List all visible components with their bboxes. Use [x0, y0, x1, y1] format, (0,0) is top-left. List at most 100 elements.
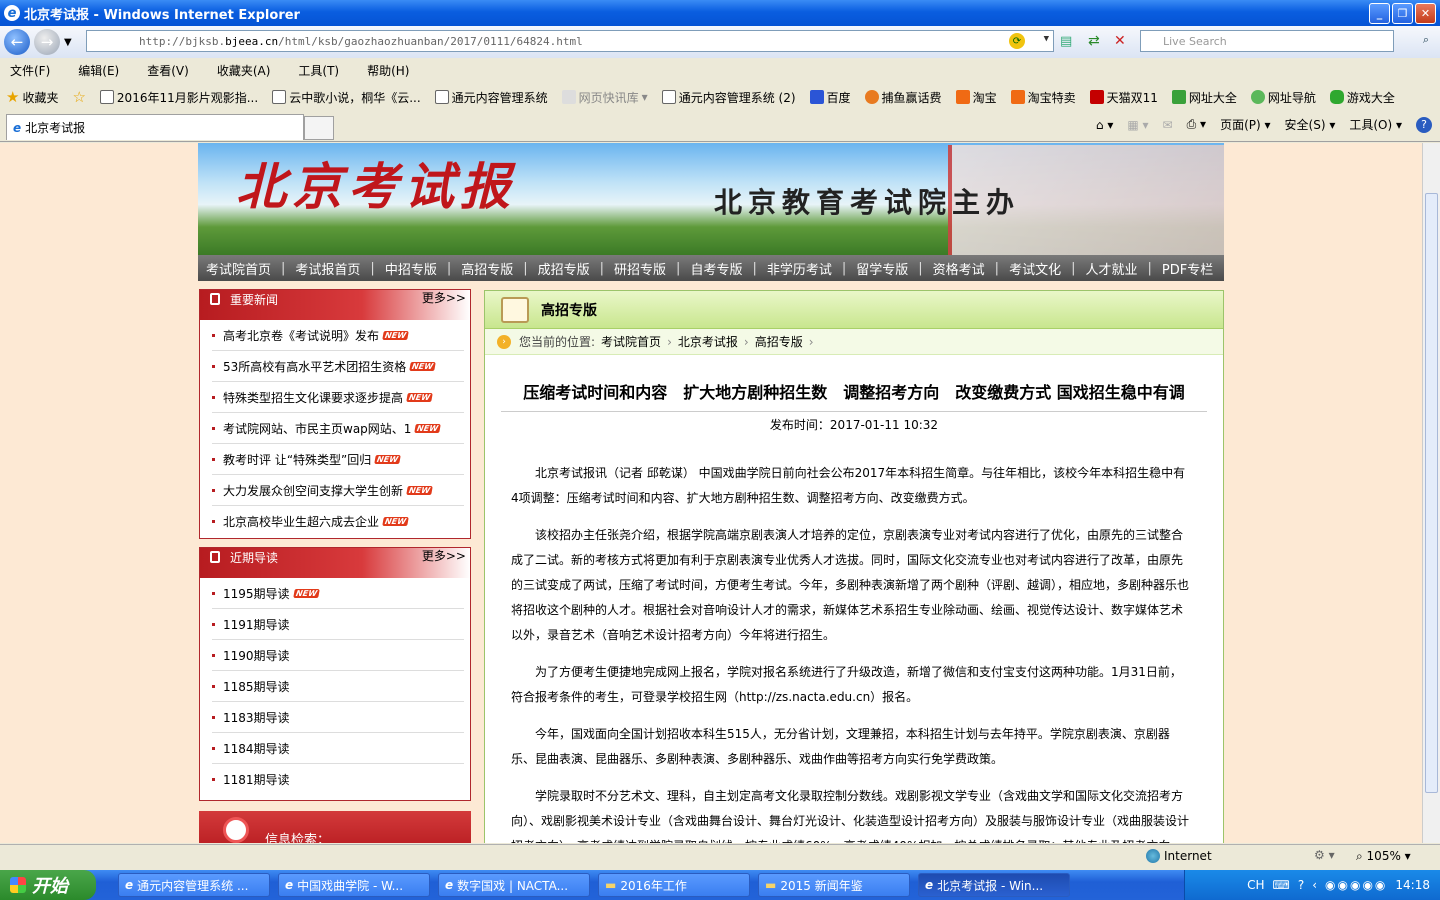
address-bar[interactable]: http://bjksb. bjeea.cn/html/ksb/gaozhaozh… — [86, 30, 1054, 52]
search-input[interactable]: Live Search ⌕ — [1140, 30, 1429, 52]
help-tray-icon[interactable]: ? — [1298, 878, 1304, 892]
taskbar-item[interactable]: e 中国戏曲学院 - W... — [278, 873, 430, 897]
list-item[interactable]: 53所高校有高水平艺术团招生资格 NEW — [212, 351, 464, 382]
favorites-bar: ★ 收藏夹 ☆ 2016年11月影片观影指... 云中歌小说，桐华《云... 通元… — [0, 84, 1440, 110]
start-button[interactable]: 开始 — [0, 870, 96, 900]
fav-item[interactable]: 游戏大全 — [1329, 89, 1395, 106]
tab-active[interactable]: e 北京考试报 — [6, 114, 304, 140]
stop-icon[interactable]: ✕ — [1114, 33, 1126, 49]
window-title: 北京考试报 - Windows Internet Explorer — [24, 7, 300, 23]
taskbar-item[interactable]: ▬ 2015 新闻年鉴 — [758, 873, 910, 897]
list-item[interactable]: 1190期导读 — [212, 640, 464, 671]
print-icon[interactable]: ⎙ ▾ — [1187, 117, 1206, 132]
nav-item[interactable]: 自考专版 — [682, 259, 750, 278]
search-icon[interactable]: ⌕ — [1423, 33, 1429, 47]
breadcrumb-item[interactable]: 北京考试报 — [678, 333, 738, 350]
close-button[interactable]: ✕ — [1415, 3, 1436, 24]
fav-item[interactable]: 通元内容管理系统 (2) — [661, 89, 796, 106]
list-item[interactable]: 1195期导读 NEW — [212, 578, 464, 609]
history-dropdown-icon[interactable]: ▼ — [64, 37, 72, 48]
safety-menu[interactable]: 安全(S) ▾ — [1285, 116, 1336, 133]
fav-item[interactable]: 天猫双11 — [1089, 89, 1158, 106]
mail-icon[interactable]: ✉ — [1163, 118, 1173, 132]
forward-button[interactable]: → — [34, 29, 60, 55]
back-button[interactable]: ← — [4, 29, 30, 55]
taskbar-item-active[interactable]: e 北京考试报 - Win... — [918, 873, 1070, 897]
taskbar-item[interactable]: e 数字国戏 | NACTA... — [438, 873, 590, 897]
guide-more-link[interactable]: 更多>> — [422, 547, 466, 564]
fav-item[interactable]: 淘宝特卖 — [1010, 89, 1076, 106]
home-icon[interactable]: ⌂ ▾ — [1096, 118, 1113, 132]
taskbar-item[interactable]: ▬ 2016年工作 — [598, 873, 750, 897]
list-item[interactable]: 1184期导读 — [212, 733, 464, 764]
keyboard-icon[interactable]: ⌨ — [1273, 878, 1290, 892]
address-dropdown-icon[interactable]: ▼ — [1044, 34, 1049, 44]
fav-item[interactable]: 云中歌小说，桐华《云... — [272, 89, 421, 106]
list-item[interactable]: 北京高校毕业生超六成去企业 NEW — [212, 506, 464, 537]
new-tab-button[interactable] — [304, 116, 334, 140]
language-indicator[interactable]: CH — [1247, 878, 1264, 892]
menu-file[interactable]: 文件(F) — [10, 62, 50, 79]
vertical-scrollbar[interactable] — [1422, 143, 1440, 843]
list-item[interactable]: 1185期导读 — [212, 671, 464, 702]
refresh-icon[interactable]: ⟳ — [1009, 33, 1025, 49]
breadcrumb-item[interactable]: 考试院首页 — [601, 333, 661, 350]
list-item[interactable]: 1191期导读 — [212, 609, 464, 640]
page-menu[interactable]: 页面(P) ▾ — [1220, 116, 1270, 133]
list-item[interactable]: 1183期导读 — [212, 702, 464, 733]
fav-item[interactable]: 网页快讯库 ▾ — [561, 89, 648, 106]
fav-item[interactable]: 捕鱼赢话费 — [864, 89, 942, 106]
nav-item[interactable]: PDF专栏 — [1154, 259, 1221, 278]
minimize-button[interactable]: _ — [1369, 3, 1390, 24]
nav-item[interactable]: 非学历考试 — [759, 259, 840, 278]
menu-tools[interactable]: 工具(T) — [298, 62, 339, 79]
reload-icon[interactable]: ⇄ — [1088, 33, 1100, 49]
nav-item[interactable]: 成招专版 — [530, 259, 598, 278]
menu-edit[interactable]: 编辑(E) — [78, 62, 119, 79]
site-logo[interactable]: 北京考试报 — [236, 147, 516, 219]
nav-item[interactable]: 考试院首页 — [198, 259, 279, 278]
list-item[interactable]: 大力发展众创空间支撑大学生创新 NEW — [212, 475, 464, 506]
zoom-control[interactable]: ⌕ 105% ▾ — [1356, 849, 1411, 864]
compat-view-icon[interactable]: ▤ — [1060, 34, 1072, 49]
fav-item[interactable]: 百度 — [809, 89, 851, 106]
fav-item[interactable]: 淘宝 — [955, 89, 997, 106]
menu-view[interactable]: 查看(V) — [147, 62, 189, 79]
feeds-icon[interactable]: ▦ ▾ — [1127, 118, 1148, 132]
menu-favorites[interactable]: 收藏夹(A) — [217, 62, 271, 79]
nav-item[interactable]: 研招专版 — [606, 259, 674, 278]
nav-item[interactable]: 资格考试 — [925, 259, 993, 278]
chevron-icon[interactable]: ‹ — [1312, 878, 1317, 892]
fav-item[interactable]: 通元内容管理系统 — [434, 89, 548, 106]
list-item[interactable]: 考试院网站、市民主页wap网站、1 NEW — [212, 413, 464, 444]
scroll-thumb[interactable] — [1425, 193, 1438, 793]
nav-item[interactable]: 高招专版 — [453, 259, 521, 278]
fav-item[interactable]: 网址大全 — [1171, 89, 1237, 106]
fav-item[interactable]: 网址导航 — [1250, 89, 1316, 106]
protected-mode-icon[interactable]: ⚙ ▾ — [1314, 848, 1335, 862]
nav-item[interactable]: 人才就业 — [1077, 259, 1145, 278]
favorites-button[interactable]: ★ 收藏夹 — [6, 88, 58, 106]
list-item[interactable]: 高考北京卷《考试说明》发布 NEW — [212, 320, 464, 351]
nav-item[interactable]: 考试文化 — [1001, 259, 1069, 278]
list-item[interactable]: 特殊类型招生文化课要求逐步提高 NEW — [212, 382, 464, 413]
breadcrumb-item[interactable]: 高招专版 — [755, 333, 803, 350]
nav-item[interactable]: 中招专版 — [377, 259, 445, 278]
nav-item[interactable]: 留学专版 — [848, 259, 916, 278]
restore-button[interactable]: ❐ — [1392, 3, 1413, 24]
menu-help[interactable]: 帮助(H) — [367, 62, 409, 79]
tools-menu[interactable]: 工具(O) ▾ — [1349, 116, 1402, 133]
tray-app-icons[interactable]: ◉◉◉◉◉ — [1325, 878, 1387, 892]
window-titlebar: e 北京考试报 - Windows Internet Explorer _ ❐ … — [0, 0, 1440, 26]
help-icon[interactable]: ? — [1416, 116, 1432, 133]
add-favorite-icon[interactable]: ☆ — [72, 88, 85, 106]
taskbar-item[interactable]: e 通元内容管理系统 ... — [118, 873, 270, 897]
ie-icon: e — [125, 878, 134, 892]
nav-item[interactable]: 考试报首页 — [287, 259, 368, 278]
news-more-link[interactable]: 更多>> — [422, 289, 466, 306]
clock: 14:18 — [1395, 878, 1430, 892]
list-item[interactable]: 教考时评 让“特殊类型”回归 NEW — [212, 444, 464, 475]
list-item[interactable]: 1181期导读 — [212, 764, 464, 795]
fav-item[interactable]: 2016年11月影片观影指... — [99, 89, 258, 106]
feed-icon — [561, 90, 576, 104]
